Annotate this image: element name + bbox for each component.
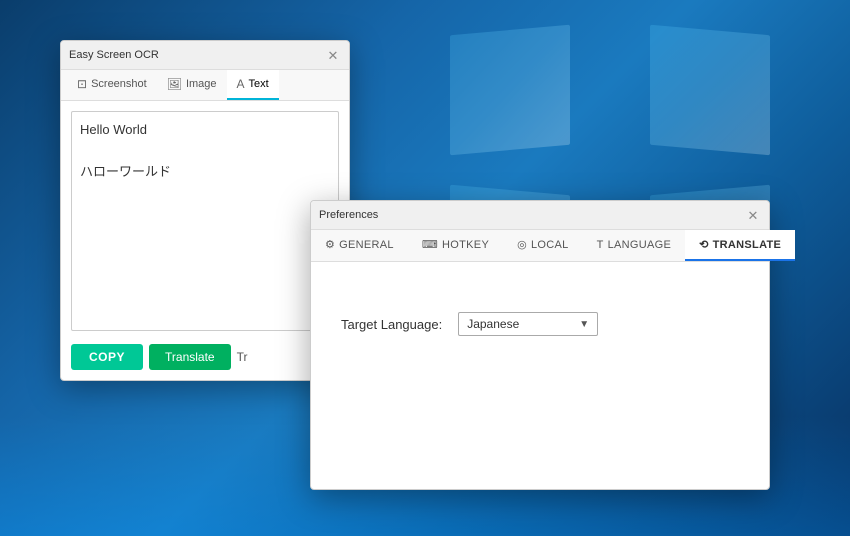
- ocr-result-textarea[interactable]: [71, 111, 339, 331]
- tab-general-label: GENERAL: [339, 239, 394, 251]
- text-lang-icon: T: [597, 239, 604, 251]
- tab-translate-label: TRANSLATE: [713, 239, 782, 251]
- ocr-window: Easy Screen OCR ✕ ⊡ Screenshot 🖼 Image A…: [60, 40, 350, 381]
- more-button[interactable]: Tr: [237, 350, 248, 364]
- ocr-window-title: Easy Screen OCR: [69, 49, 159, 61]
- tab-text-label: Text: [249, 78, 269, 90]
- preferences-titlebar: Preferences ✕: [311, 201, 769, 230]
- desktop: Easy Screen OCR ✕ ⊡ Screenshot 🖼 Image A…: [0, 0, 850, 536]
- keyboard-icon: ⌨: [422, 238, 438, 251]
- image-icon: 🖼: [167, 77, 182, 91]
- tab-image-label: Image: [186, 78, 217, 90]
- globe-icon: ◎: [517, 238, 527, 251]
- tab-screenshot[interactable]: ⊡ Screenshot: [67, 70, 157, 100]
- tab-hotkey[interactable]: ⌨ HOTKEY: [408, 230, 503, 261]
- preferences-window-title: Preferences: [319, 209, 378, 221]
- screenshot-icon: ⊡: [77, 77, 87, 91]
- translate-button[interactable]: Translate: [149, 344, 231, 370]
- tab-local[interactable]: ◎ LOCAL: [503, 230, 582, 261]
- target-language-value: Japanese: [467, 317, 519, 331]
- ocr-content-area: COPY Translate Tr: [61, 101, 349, 380]
- tab-translate[interactable]: ⟲ TRANSLATE: [685, 230, 795, 261]
- ocr-close-button[interactable]: ✕: [325, 47, 341, 63]
- tab-screenshot-label: Screenshot: [91, 78, 147, 90]
- tab-text[interactable]: A Text: [227, 70, 279, 100]
- preferences-tab-bar: ⚙ GENERAL ⌨ HOTKEY ◎ LOCAL T LANGUAGE ⟲ …: [311, 230, 769, 262]
- target-language-row: Target Language: Japanese ▼: [341, 312, 739, 336]
- ocr-button-row: COPY Translate Tr: [71, 344, 339, 370]
- translate-icon: ⟲: [699, 238, 709, 251]
- tab-language[interactable]: T LANGUAGE: [583, 230, 686, 261]
- target-language-select[interactable]: Japanese ▼: [458, 312, 598, 336]
- preferences-window: Preferences ✕ ⚙ GENERAL ⌨ HOTKEY ◎ LOCAL…: [310, 200, 770, 490]
- tab-local-label: LOCAL: [531, 239, 569, 251]
- tab-image[interactable]: 🖼 Image: [157, 70, 227, 100]
- tab-hotkey-label: HOTKEY: [442, 239, 489, 251]
- text-icon: A: [237, 77, 245, 91]
- gear-icon: ⚙: [325, 238, 335, 251]
- ocr-tab-bar: ⊡ Screenshot 🖼 Image A Text: [61, 70, 349, 101]
- copy-button[interactable]: COPY: [71, 344, 143, 370]
- tab-general[interactable]: ⚙ GENERAL: [311, 230, 408, 261]
- chevron-down-icon: ▼: [579, 319, 589, 330]
- tab-language-label: LANGUAGE: [608, 239, 672, 251]
- ocr-titlebar: Easy Screen OCR ✕: [61, 41, 349, 70]
- preferences-content: Target Language: Japanese ▼: [311, 262, 769, 482]
- preferences-close-button[interactable]: ✕: [745, 207, 761, 223]
- target-language-label: Target Language:: [341, 317, 442, 332]
